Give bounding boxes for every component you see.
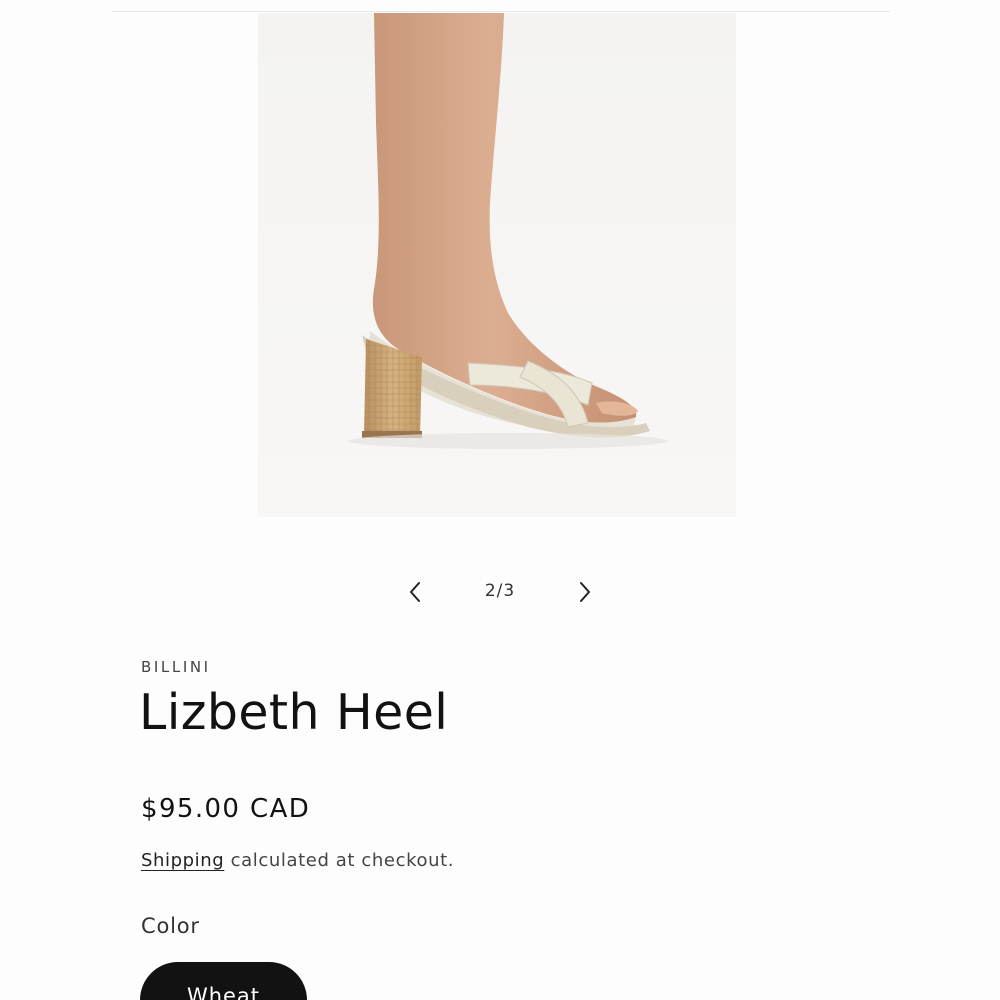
gallery-prev-button[interactable] bbox=[395, 572, 435, 612]
product-image[interactable] bbox=[258, 13, 736, 517]
color-option-wheat[interactable]: Wheat bbox=[140, 962, 307, 1000]
chevron-right-icon bbox=[580, 582, 590, 602]
product-vendor: BILLINI bbox=[141, 658, 211, 676]
product-price: $95.00 CAD bbox=[141, 794, 311, 824]
gallery-counter: 2/3 bbox=[484, 581, 516, 601]
chevron-left-icon bbox=[410, 582, 420, 602]
product-page: 2/3 BILLINI Lizbeth Heel $95.00 CAD Ship… bbox=[0, 0, 1000, 1000]
color-option-value: Wheat bbox=[186, 984, 261, 1000]
product-photo bbox=[258, 13, 736, 517]
gallery-pager: 2/3 bbox=[395, 572, 605, 612]
header-divider bbox=[112, 11, 890, 12]
color-option-label: Color bbox=[141, 914, 200, 938]
product-title: Lizbeth Heel bbox=[139, 684, 449, 741]
shipping-note-text: calculated at checkout. bbox=[224, 850, 455, 871]
gallery-next-button[interactable] bbox=[565, 572, 605, 612]
shipping-note: Shipping calculated at checkout. bbox=[141, 850, 454, 871]
shipping-link[interactable]: Shipping bbox=[141, 850, 224, 871]
